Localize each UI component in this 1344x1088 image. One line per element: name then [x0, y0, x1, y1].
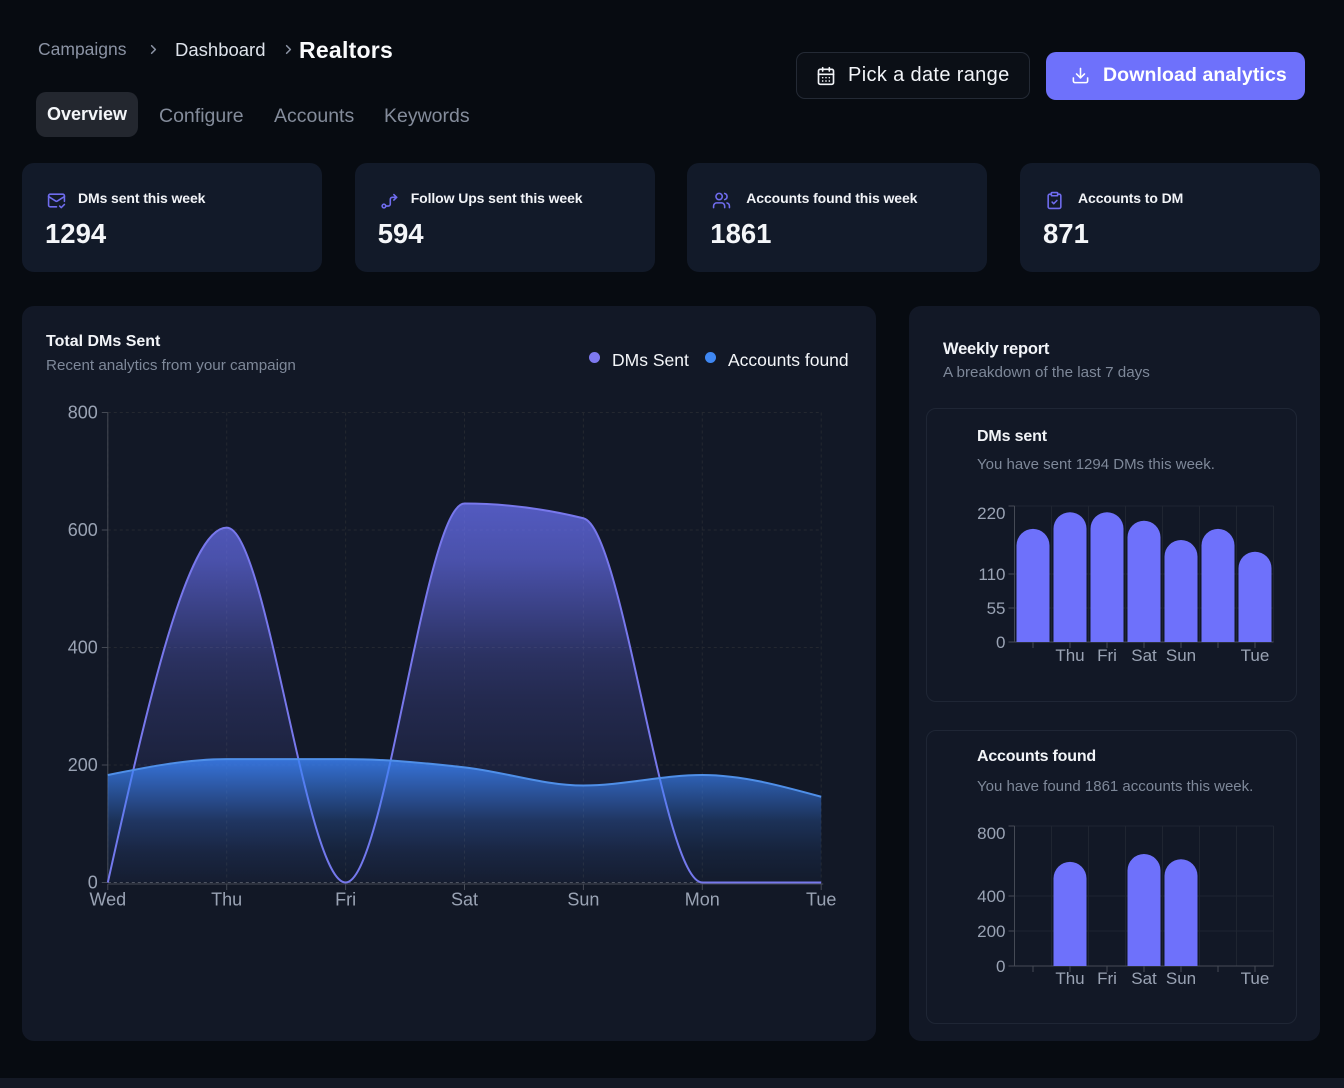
svg-text:Sun: Sun: [1166, 969, 1196, 988]
svg-text:Sat: Sat: [451, 890, 478, 910]
svg-text:400: 400: [68, 638, 98, 658]
svg-text:55: 55: [987, 599, 1006, 618]
svg-text:800: 800: [977, 824, 1005, 843]
svg-text:Fri: Fri: [1097, 969, 1117, 988]
svg-text:Tue: Tue: [1241, 969, 1270, 988]
svg-text:Thu: Thu: [1055, 969, 1084, 988]
svg-text:Tue: Tue: [806, 890, 836, 910]
svg-text:Sat: Sat: [1131, 646, 1157, 665]
svg-text:0: 0: [996, 633, 1005, 652]
svg-text:Mon: Mon: [685, 890, 720, 910]
svg-text:Wed: Wed: [89, 890, 126, 910]
svg-text:200: 200: [68, 755, 98, 775]
svg-text:200: 200: [977, 922, 1005, 941]
svg-text:Thu: Thu: [211, 890, 242, 910]
svg-text:Fri: Fri: [1097, 646, 1117, 665]
svg-text:Thu: Thu: [1055, 646, 1084, 665]
svg-text:400: 400: [977, 887, 1005, 906]
svg-text:220: 220: [977, 504, 1005, 523]
svg-text:Sun: Sun: [1166, 646, 1196, 665]
svg-text:Sun: Sun: [567, 890, 599, 910]
svg-text:600: 600: [68, 520, 98, 540]
svg-text:Tue: Tue: [1241, 646, 1270, 665]
svg-text:Sat: Sat: [1131, 969, 1157, 988]
svg-text:0: 0: [996, 957, 1005, 976]
svg-text:800: 800: [68, 403, 98, 423]
svg-text:Fri: Fri: [335, 890, 356, 910]
svg-text:110: 110: [978, 565, 1005, 584]
